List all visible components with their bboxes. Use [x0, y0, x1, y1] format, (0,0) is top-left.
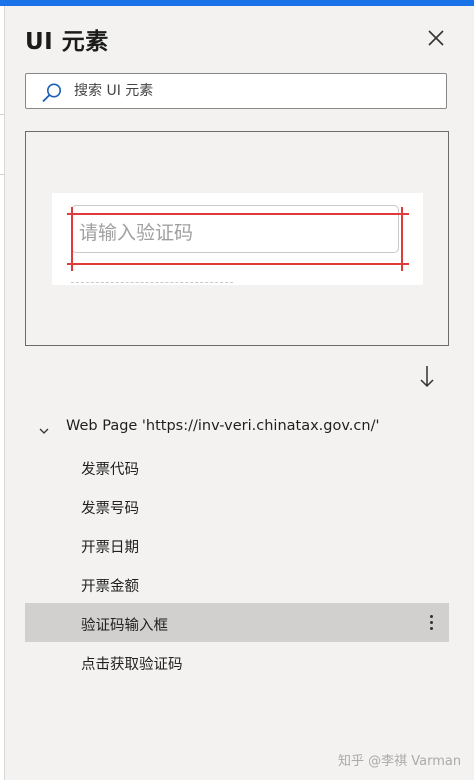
tree-root-node[interactable]: Web Page 'https://inv-veri.chinatax.gov.…: [25, 408, 449, 446]
tree-root-label: Web Page 'https://inv-veri.chinatax.gov.…: [66, 418, 380, 434]
tree-item-invoice-amount[interactable]: 开票金额: [25, 564, 449, 603]
tree-item-label: 点击获取验证码: [81, 657, 183, 673]
tree-item-label: 验证码输入框: [81, 618, 168, 634]
tree-item-label: 开票金额: [81, 579, 139, 595]
watermark: 知乎 @李祺 Varman: [338, 754, 462, 769]
tree-item-label: 发票代码: [81, 462, 139, 478]
captcha-placeholder-text: 请输入验证码: [79, 222, 194, 244]
panel-title: UI 元素: [25, 29, 109, 55]
highlight-line-left: [71, 207, 73, 271]
tree-item-label: 发票号码: [81, 501, 139, 517]
tree-item-get-captcha[interactable]: 点击获取验证码: [25, 642, 449, 681]
background-window-edge: [0, 6, 5, 780]
top-accent-bar: [0, 0, 474, 6]
divider: [0, 174, 4, 175]
tree-item-invoice-code[interactable]: 发票代码: [25, 447, 449, 486]
arrow-down-icon[interactable]: [417, 364, 437, 394]
close-button[interactable]: [424, 26, 448, 50]
divider: [0, 114, 4, 115]
preview-divider: [71, 282, 233, 283]
tree-item-invoice-number[interactable]: 发票号码: [25, 486, 449, 525]
highlight-line-right: [401, 207, 403, 271]
highlight-line-bottom: [67, 263, 409, 265]
chevron-down-icon[interactable]: [38, 421, 50, 440]
tree-item-captcha-input[interactable]: 验证码输入框: [25, 603, 449, 642]
more-options-icon[interactable]: [427, 612, 435, 634]
close-icon: [428, 30, 444, 46]
search-icon: [41, 82, 63, 108]
element-preview: 请输入验证码: [25, 131, 449, 346]
tree-item-label: 开票日期: [81, 540, 139, 556]
search-input[interactable]: [74, 74, 434, 108]
highlight-line-top: [67, 213, 409, 215]
tree-item-invoice-date[interactable]: 开票日期: [25, 525, 449, 564]
search-box[interactable]: [25, 73, 447, 109]
preview-screenshot: 请输入验证码: [52, 193, 423, 285]
